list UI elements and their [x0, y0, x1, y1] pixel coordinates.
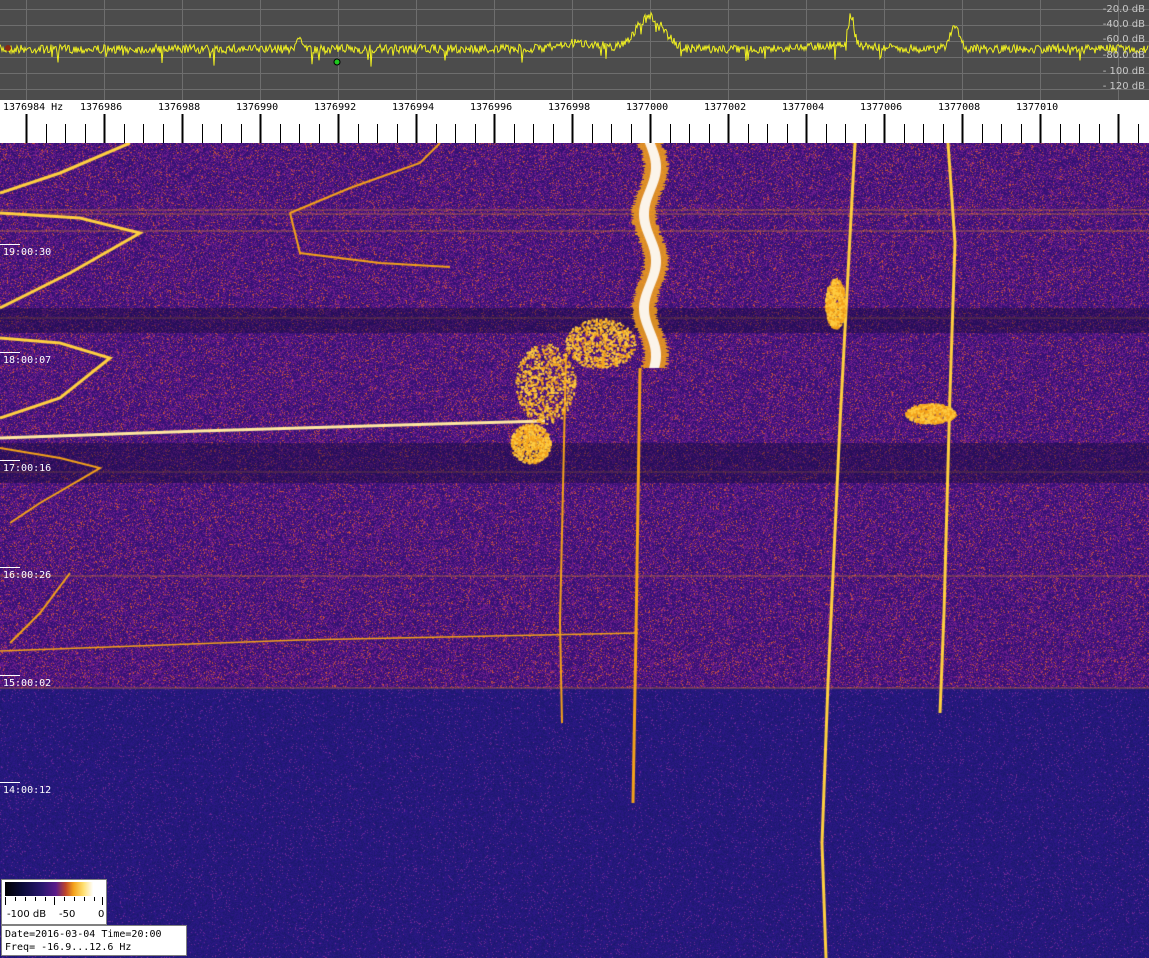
time-label: 17:00:16: [3, 463, 52, 474]
frequency-axis[interactable]: 1376984 Hz 1376986 1376988 1376990 13769…: [0, 100, 1149, 143]
time-label: 16:00:26: [3, 570, 52, 581]
time-tick: [0, 782, 20, 783]
time-label: 18:00:07: [3, 355, 52, 366]
colorscale-max-label: 0: [98, 909, 105, 920]
time-tick: [0, 244, 20, 245]
time-label: 19:00:30: [3, 247, 52, 258]
spectrum-plot: [0, 0, 1149, 100]
db-label: -60.0 dB: [1102, 34, 1145, 45]
waterfall-display[interactable]: 19:00:30 18:00:07 17:00:16 16:00:26 15:0…: [0, 143, 1149, 958]
time-label: 14:00:12: [3, 785, 52, 796]
colorscale-min-label: -100 dB: [7, 909, 47, 920]
frequency-ticks: [25, 114, 1139, 143]
color-scale-ticks: [5, 897, 103, 905]
color-gradient: [5, 882, 103, 896]
time-label: 15:00:02: [3, 678, 52, 689]
db-label: - 100 dB: [1102, 66, 1145, 77]
db-label: -20.0 dB: [1102, 4, 1145, 15]
freq-range-text: Freq= -16.9...12.6 Hz: [5, 942, 132, 953]
marker-left-icon[interactable]: [5, 45, 11, 51]
db-label: -80.0 dB: [1102, 50, 1145, 61]
time-tick: [0, 352, 20, 353]
marker-cursor-icon[interactable]: [333, 58, 341, 66]
info-panel: Date=2016-03-04 Time=20:00 Freq= -16.9..…: [1, 925, 187, 956]
time-tick: [0, 460, 20, 461]
spectrum-panel[interactable]: -20.0 dB -40.0 dB -60.0 dB -80.0 dB - 10…: [0, 0, 1149, 100]
color-scale-legend: -100 dB -50 0: [1, 879, 107, 925]
time-tick: [0, 567, 20, 568]
date-time-text: Date=2016-03-04 Time=20:00: [5, 929, 162, 940]
db-label: -40.0 dB: [1102, 19, 1145, 30]
colorscale-mid-label: -50: [59, 909, 76, 920]
waterfall-canvas[interactable]: [0, 143, 1149, 958]
db-label: - 120 dB: [1102, 81, 1145, 92]
time-tick: [0, 675, 20, 676]
spectrum-trace: [0, 11, 1149, 67]
